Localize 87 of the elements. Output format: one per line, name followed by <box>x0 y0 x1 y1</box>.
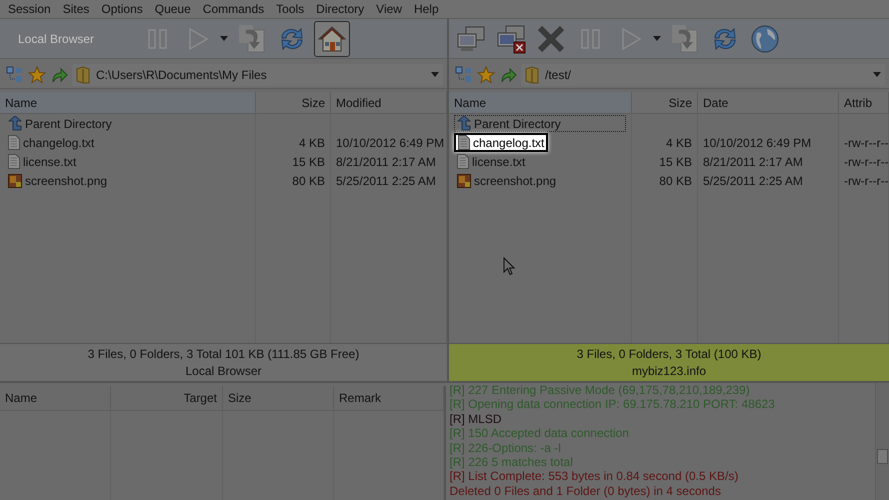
status-text: 3 Files, 0 Folders, 3 Total 101 KB (111.85 GB Free) <box>88 346 360 362</box>
table-cell: 8/21/2011 2:17 AM <box>336 154 436 168</box>
play-icon[interactable] <box>187 26 209 50</box>
column-header[interactable]: Target <box>110 386 222 410</box>
play-icon[interactable] <box>620 26 642 50</box>
log-line: [R] Opening data connection IP: 69.175.78.210 PORT: 48623 <box>450 397 776 412</box>
mouse-pointer-icon <box>503 257 515 276</box>
menu-item[interactable]: Help <box>408 0 445 18</box>
tree-view-icon[interactable] <box>455 66 473 84</box>
file-row-name[interactable]: screenshot.png <box>5 172 110 188</box>
toolbar-label: Local Browser <box>17 32 96 46</box>
dropdown-caret-icon <box>873 72 881 77</box>
pause-icon[interactable] <box>147 26 169 50</box>
status-text: 3 Files, 0 Folders, 3 Total (100 KB) <box>576 346 762 362</box>
column-header[interactable]: Attrib <box>838 92 888 114</box>
cross-icon[interactable] <box>537 24 565 52</box>
file-row-name[interactable]: Parent Directory <box>5 115 115 132</box>
file-row-name[interactable]: Parent Directory <box>454 115 626 132</box>
file-row-name[interactable]: screenshot.png <box>454 172 560 188</box>
pause-icon[interactable] <box>580 26 602 50</box>
table-cell: 80 KB <box>292 174 325 188</box>
image-file-icon <box>457 174 471 188</box>
log-line: [R] List Complete: 553 bytes in 0.84 second (0.5 KB/s) <box>450 469 740 484</box>
path-field[interactable]: C:\Users\R\Documents\My Files <box>72 64 443 86</box>
column-header[interactable]: Name <box>0 386 110 410</box>
column-header[interactable]: Name <box>449 92 632 114</box>
menu-item[interactable]: View <box>370 0 408 18</box>
star-icon[interactable] <box>28 66 46 84</box>
document-transfer-icon[interactable] <box>238 24 266 54</box>
text-file-icon <box>458 135 470 150</box>
table-cell: 4 KB <box>666 136 692 150</box>
menu-item[interactable]: Queue <box>148 0 197 18</box>
menu-item[interactable]: Tools <box>270 0 310 18</box>
table-cell: -rw-r--r-- <box>844 174 889 188</box>
log-line: [R] 227 Entering Passive Mode (69,175,78,210,189,239) <box>450 383 751 398</box>
image-file-icon <box>8 174 22 188</box>
computers-icon[interactable] <box>456 24 486 52</box>
text-file-icon <box>8 154 20 169</box>
table-cell: 80 KB <box>659 174 692 188</box>
file-row-name[interactable]: changelog.txt <box>5 134 98 151</box>
panel-title: mybiz123.info <box>632 362 706 380</box>
column-header[interactable]: Size <box>222 386 334 410</box>
file-row-name[interactable]: changelog.txt <box>454 133 548 152</box>
menu-item[interactable]: Directory <box>310 0 370 18</box>
column-header[interactable]: Name <box>0 92 256 114</box>
table-cell: 15 KB <box>292 154 325 168</box>
folder-icon <box>76 66 90 84</box>
log-line: [R] MLSD <box>450 412 503 426</box>
computer-disconnect-icon[interactable] <box>496 24 526 54</box>
log-line: Deleted 0 Files and 1 Folder (0 bytes) in 4 seconds <box>450 484 722 498</box>
column-header[interactable]: Remark <box>334 386 443 410</box>
log-line: [R] 150 Accepted data connection <box>450 426 630 441</box>
column-header[interactable]: Modified <box>330 92 446 114</box>
scrollbar[interactable] <box>875 383 889 500</box>
text-file-icon <box>8 135 20 150</box>
text-file-icon <box>457 154 469 169</box>
table-cell: 10/10/2012 6:49 PM <box>336 136 444 150</box>
dropdown-caret-icon[interactable] <box>653 36 661 41</box>
globe-icon[interactable] <box>750 24 780 54</box>
log-line: [R] 226 5 matches total <box>450 455 574 470</box>
file-row-name[interactable]: license.txt <box>5 153 80 170</box>
home-button[interactable] <box>314 20 350 56</box>
folder-icon <box>525 66 539 84</box>
star-icon[interactable] <box>477 66 495 84</box>
menu-item[interactable]: Commands <box>196 0 270 18</box>
dropdown-caret-icon <box>431 72 439 77</box>
table-cell: 4 KB <box>298 136 325 150</box>
table-cell: 15 KB <box>659 154 692 168</box>
tree-view-icon[interactable] <box>6 66 24 84</box>
table-cell: 5/25/2011 2:25 AM <box>336 174 436 188</box>
menu-item[interactable]: Session <box>2 0 57 18</box>
path-field[interactable]: /test/ <box>521 64 885 86</box>
dropdown-caret-icon[interactable] <box>220 36 228 41</box>
table-cell: 10/10/2012 6:49 PM <box>703 136 812 150</box>
table-cell: -rw-r--r-- <box>844 136 889 150</box>
menu-item[interactable]: Options <box>95 0 149 18</box>
document-transfer-icon[interactable] <box>671 24 699 54</box>
column-header[interactable]: Date <box>698 92 838 114</box>
panel-title: Local Browser <box>185 362 262 380</box>
menu-item[interactable]: Sites <box>56 0 96 18</box>
column-header[interactable]: Size <box>632 92 698 114</box>
log-line: [R] 226-Options: -a -l <box>450 440 562 456</box>
file-row-name[interactable]: license.txt <box>454 153 528 170</box>
table-cell: -rw-r--r-- <box>844 154 889 168</box>
table-cell: 5/25/2011 2:25 AM <box>703 174 803 188</box>
column-header[interactable]: Size <box>256 92 330 114</box>
table-cell: 8/21/2011 2:17 AM <box>703 154 803 168</box>
